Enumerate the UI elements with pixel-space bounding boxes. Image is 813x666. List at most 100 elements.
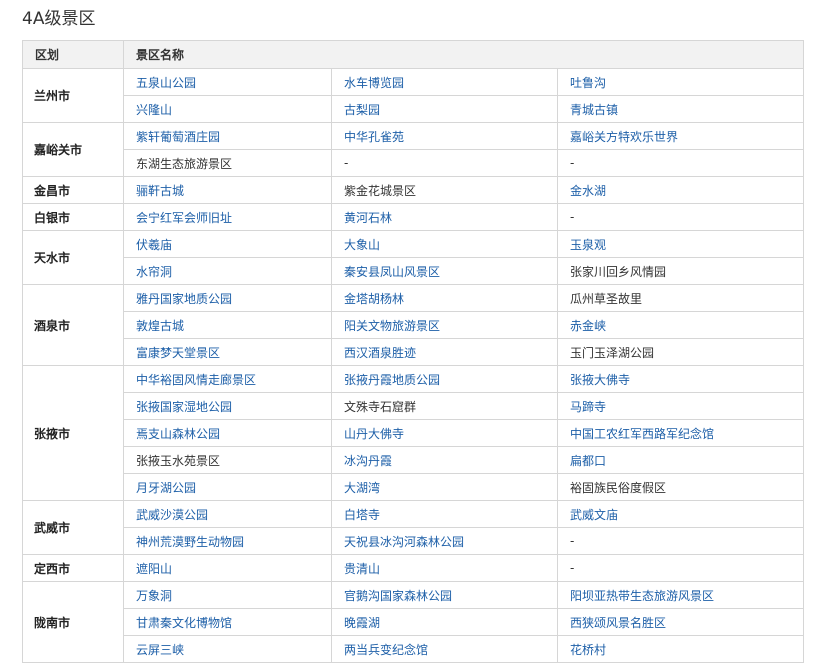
table-row: 东湖生态旅游景区 - - <box>23 149 805 177</box>
scenic-area-name: - <box>331 149 558 177</box>
scenic-area-link[interactable]: 中华孔雀苑 <box>331 122 558 150</box>
scenic-area-link[interactable]: 焉支山森林公园 <box>123 419 332 447</box>
scenic-area-link[interactable]: 阳关文物旅游景区 <box>331 311 558 339</box>
scenic-area-link[interactable]: 月牙湖公园 <box>123 473 332 501</box>
scenic-area-link[interactable]: 张掖国家湿地公园 <box>123 392 332 420</box>
scenic-area-link[interactable]: 敦煌古城 <box>123 311 332 339</box>
scenic-area-link[interactable]: 武威沙漠公园 <box>123 500 332 528</box>
scenic-area-name: 文殊寺石窟群 <box>331 392 558 420</box>
table-header-row: 区划 景区名称 <box>22 40 805 69</box>
scenic-area-link[interactable]: 骊靬古城 <box>123 176 332 204</box>
table-row: 金昌市 骊靬古城 紫金花城景区 金水湖 <box>22 176 805 204</box>
scenic-area-link[interactable]: 水帘洞 <box>123 257 332 285</box>
table-row: 焉支山森林公园 山丹大佛寺 中国工农红军西路军纪念馆 <box>23 419 805 447</box>
scenic-area-name: - <box>556 149 805 177</box>
table-row: 甘肃秦文化博物馆 晚霞湖 西狭颂风景名胜区 <box>23 608 805 636</box>
scenic-area-link[interactable]: 青城古镇 <box>556 95 805 123</box>
district-cell: 武威市 <box>22 500 124 555</box>
table-row: 武威市 武威沙漠公园 白塔寺 武威文庙 <box>22 500 805 555</box>
scenic-area-link[interactable]: 山丹大佛寺 <box>331 419 558 447</box>
scenic-area-link[interactable]: 万象洞 <box>123 581 332 609</box>
scenic-area-link[interactable]: 大湖湾 <box>331 473 558 501</box>
table-row: 富康梦天堂景区 西汉酒泉胜迹 玉门玉泽湖公园 <box>23 338 805 366</box>
scenic-area-link[interactable]: 秦安县凤山风景区 <box>331 257 558 285</box>
scenic-area-name: 紫金花城景区 <box>331 176 558 204</box>
table-row: 天水市 伏羲庙 大象山 玉泉观 <box>22 230 805 285</box>
scenic-area-link[interactable]: 云屏三峡 <box>123 635 332 663</box>
scenic-area-link[interactable]: 冰沟丹霞 <box>331 446 558 474</box>
scenic-area-link[interactable]: 吐鲁沟 <box>556 68 805 96</box>
scenic-area-link[interactable]: 西汉酒泉胜迹 <box>331 338 558 366</box>
scenic-area-link[interactable]: 兴隆山 <box>123 95 332 123</box>
district-cell: 嘉峪关市 <box>22 122 124 177</box>
table-row: 陇南市 万象洞 官鹅沟国家森林公园 阳坝亚热带生态旅游风景区 <box>22 581 805 663</box>
scenic-area-link[interactable]: 天祝县冰沟河森林公园 <box>331 527 558 555</box>
district-cell: 天水市 <box>22 230 124 285</box>
district-cell: 陇南市 <box>22 581 124 663</box>
scenic-area-link[interactable]: 水车博览园 <box>331 68 558 96</box>
scenic-area-link[interactable]: 嘉峪关方特欢乐世界 <box>556 122 805 150</box>
table-row: 敦煌古城 阳关文物旅游景区 赤金峡 <box>23 311 805 339</box>
scenic-area-link[interactable]: 马蹄寺 <box>556 392 805 420</box>
district-cell: 兰州市 <box>22 68 124 123</box>
scenic-area-link[interactable]: 甘肃秦文化博物馆 <box>123 608 332 636</box>
district-cell: 张掖市 <box>22 365 124 501</box>
scenic-area-link[interactable]: 神州荒漠野生动物园 <box>123 527 332 555</box>
table-row: 兰州市 五泉山公园 水车博览园 吐鲁沟 <box>22 68 805 123</box>
scenic-area-name: 瓜州草圣故里 <box>556 284 805 312</box>
scenic-area-link[interactable]: 两当兵变纪念馆 <box>331 635 558 663</box>
scenic-area-link[interactable]: 扁都口 <box>556 446 805 474</box>
scenic-area-link[interactable]: 阳坝亚热带生态旅游风景区 <box>556 581 805 609</box>
scenic-area-name: 张家川回乡风情园 <box>556 257 805 285</box>
scenic-area-name: 裕固族民俗度假区 <box>556 473 805 501</box>
table-row: 酒泉市 雅丹国家地质公园 金塔胡杨林 瓜州草圣故里 <box>22 284 805 366</box>
table-row: 兴隆山 古梨园 青城古镇 <box>23 95 805 123</box>
district-cell: 白银市 <box>22 203 124 231</box>
scenic-area-link[interactable]: 官鹅沟国家森林公园 <box>331 581 558 609</box>
table-row: 云屏三峡 两当兵变纪念馆 花桥村 <box>23 635 805 663</box>
scenic-area-link[interactable]: 中华裕固风情走廊景区 <box>123 365 332 393</box>
scenic-area-link[interactable]: 花桥村 <box>556 635 805 663</box>
scenic-area-link[interactable]: 张掖丹霞地质公园 <box>331 365 558 393</box>
scenic-area-link[interactable]: 中国工农红军西路军纪念馆 <box>556 419 805 447</box>
scenic-area-link[interactable]: 遮阳山 <box>123 554 332 582</box>
scenic-area-link[interactable]: 古梨园 <box>331 95 558 123</box>
scenic-area-name: 东湖生态旅游景区 <box>123 149 332 177</box>
district-cell: 酒泉市 <box>22 284 124 366</box>
scenic-area-link[interactable]: 五泉山公园 <box>123 68 332 96</box>
scenic-area-link[interactable]: 武威文庙 <box>556 500 805 528</box>
scenic-area-link[interactable]: 会宁红军会师旧址 <box>123 203 332 231</box>
table-row: 张掖市 中华裕固风情走廊景区 张掖丹霞地质公园 张掖大佛寺 <box>22 365 805 501</box>
scenic-area-name: - <box>556 554 805 582</box>
district-cell: 定西市 <box>22 554 124 582</box>
table-row: 水帘洞 秦安县凤山风景区 张家川回乡风情园 <box>23 257 805 285</box>
scenic-area-link[interactable]: 黄河石林 <box>331 203 558 231</box>
scenic-area-name: 张掖玉水苑景区 <box>123 446 332 474</box>
scenic-area-name: 玉门玉泽湖公园 <box>556 338 805 366</box>
scenic-area-link[interactable]: 大象山 <box>331 230 558 258</box>
scenic-area-name: - <box>556 203 805 231</box>
scenic-area-link[interactable]: 晚霞湖 <box>331 608 558 636</box>
table-row: 月牙湖公园 大湖湾 裕固族民俗度假区 <box>23 473 805 501</box>
scenic-area-link[interactable]: 紫轩葡萄酒庄园 <box>123 122 332 150</box>
table-row: 张掖玉水苑景区 冰沟丹霞 扁都口 <box>23 446 805 474</box>
header-names: 景区名称 <box>122 40 805 69</box>
table-row: 张掖国家湿地公园 文殊寺石窟群 马蹄寺 <box>23 392 805 420</box>
scenic-area-link[interactable]: 雅丹国家地质公园 <box>123 284 332 312</box>
table-row: 嘉峪关市 紫轩葡萄酒庄园 中华孔雀苑 嘉峪关方特欢乐世界 <box>22 122 805 177</box>
scenic-area-link[interactable]: 富康梦天堂景区 <box>123 338 332 366</box>
scenic-area-link[interactable]: 金水湖 <box>556 176 805 204</box>
scenic-area-link[interactable]: 白塔寺 <box>331 500 558 528</box>
table-row: 定西市 遮阳山 贵清山 - <box>22 554 805 582</box>
page-title: 4A级景区 <box>22 9 96 29</box>
table-row: 白银市 会宁红军会师旧址 黄河石林 - <box>22 203 805 231</box>
header-district: 区划 <box>22 40 124 69</box>
scenic-area-link[interactable]: 金塔胡杨林 <box>331 284 558 312</box>
scenic-area-link[interactable]: 西狭颂风景名胜区 <box>556 608 805 636</box>
table-row: 神州荒漠野生动物园 天祝县冰沟河森林公园 - <box>23 527 805 555</box>
scenic-area-link[interactable]: 贵清山 <box>331 554 558 582</box>
scenic-area-link[interactable]: 玉泉观 <box>556 230 805 258</box>
scenic-area-link[interactable]: 张掖大佛寺 <box>556 365 805 393</box>
scenic-area-link[interactable]: 赤金峡 <box>556 311 805 339</box>
scenic-area-link[interactable]: 伏羲庙 <box>123 230 332 258</box>
